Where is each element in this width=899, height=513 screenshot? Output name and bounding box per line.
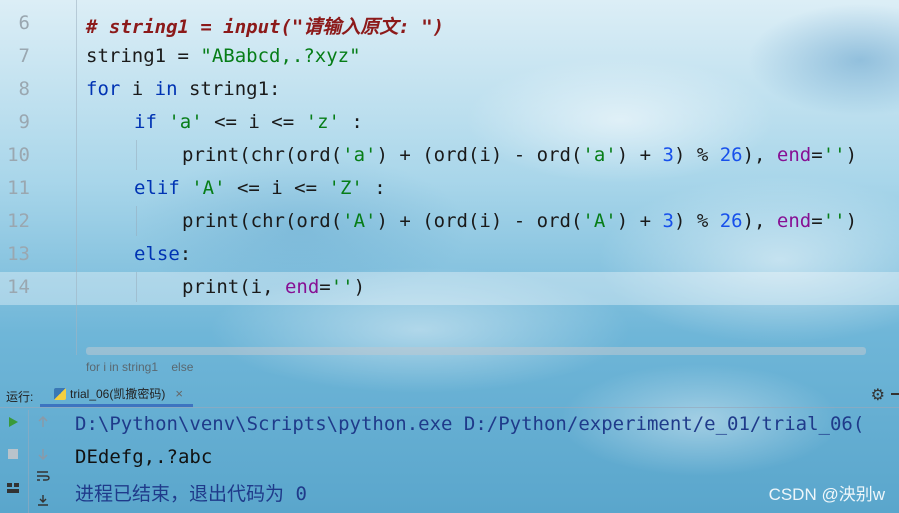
code-line-7[interactable]: string1 = "ABabcd,.?xyz" xyxy=(86,45,361,67)
run-side-toolbar xyxy=(0,407,60,513)
code-token: 'A' xyxy=(342,210,377,232)
line-number: 11 xyxy=(7,177,30,199)
code-token: end xyxy=(776,144,812,166)
code-token: ) xyxy=(845,144,858,166)
code-token: if xyxy=(134,111,157,133)
code-token: '' xyxy=(822,144,846,166)
current-line-highlight xyxy=(0,272,899,305)
code-token: for xyxy=(86,78,121,100)
code-token: string1: xyxy=(177,78,281,100)
code-line-8[interactable]: for i in string1: xyxy=(86,78,281,100)
code-token: ), xyxy=(742,210,777,232)
console-command-line: D:\Python\venv\Scripts\python.exe D:/Pyt… xyxy=(75,413,865,435)
code-token: end xyxy=(776,210,812,232)
code-token: ), xyxy=(742,144,777,166)
code-token: : xyxy=(179,243,192,265)
code-line-12[interactable]: print(chr(ord('A') + (ord(i) - ord('A') … xyxy=(182,210,857,232)
indent-guide xyxy=(136,140,137,170)
line-number: 8 xyxy=(18,78,30,100)
code-token: print(chr(ord( xyxy=(182,210,343,232)
layout-icon[interactable] xyxy=(4,479,22,497)
code-token: ) % xyxy=(673,210,720,232)
code-token: print(chr(ord( xyxy=(182,144,343,166)
code-token: : xyxy=(362,177,386,199)
line-number: 6 xyxy=(18,12,30,34)
code-token: in xyxy=(154,78,178,100)
run-label: 运行: xyxy=(6,390,34,404)
code-token: i xyxy=(120,78,155,100)
code-token: 26 xyxy=(719,210,743,232)
breadcrumb-item[interactable]: else xyxy=(171,360,193,374)
code-token: = xyxy=(811,210,823,232)
code-line-6[interactable]: # string1 = input("请输入原文: ") xyxy=(86,12,444,39)
stop-icon[interactable] xyxy=(4,445,22,463)
code-token: else xyxy=(134,243,180,265)
rerun-icon[interactable] xyxy=(4,413,22,431)
code-token: "ABabcd,.?xyz" xyxy=(200,45,361,67)
watermark: CSDN @泱别w xyxy=(768,485,885,504)
code-token: 3 xyxy=(662,144,674,166)
breadcrumb-item[interactable]: for i in string1 xyxy=(86,360,158,374)
code-token: ) % xyxy=(673,144,720,166)
code-token: 'A' xyxy=(191,177,226,199)
code-token: '' xyxy=(330,276,354,298)
code-token: 'a' xyxy=(342,144,377,166)
code-token: <= i <= xyxy=(225,177,329,199)
close-icon[interactable]: × xyxy=(175,386,183,401)
code-token: 3 xyxy=(662,210,674,232)
code-token: 26 xyxy=(719,144,743,166)
console-output-line: DEdefg,.?abc xyxy=(75,446,213,468)
code-token: 'Z' xyxy=(328,177,363,199)
console-exit-line: 进程已结束，退出代码为 0 xyxy=(75,483,307,505)
gear-icon[interactable]: ⚙ xyxy=(871,385,885,405)
code-token: 'z' xyxy=(305,111,340,133)
code-token: 'a' xyxy=(168,111,203,133)
run-tab[interactable]: trial_06(凯撒密码) × xyxy=(40,383,193,407)
code-token: <= i <= xyxy=(202,111,306,133)
run-panel-header: 运行: trial_06(凯撒密码) × ⚙ xyxy=(0,383,899,408)
indent-guide xyxy=(136,206,137,236)
code-token: ) + xyxy=(616,144,663,166)
scroll-to-end-icon[interactable] xyxy=(34,491,52,509)
code-token: ) + (ord(i) - ord( xyxy=(376,210,583,232)
minimize-icon[interactable] xyxy=(891,393,899,395)
code-line-11[interactable]: elif 'A' <= i <= 'Z' : xyxy=(134,177,386,199)
line-number: 10 xyxy=(7,144,30,166)
horizontal-scrollbar[interactable] xyxy=(86,347,866,355)
code-line-14[interactable]: print(i, end='') xyxy=(182,276,365,298)
code-token: = xyxy=(319,276,331,298)
code-token: : xyxy=(339,111,363,133)
line-number-gutter: 6 7 8 9 10 11 12 13 14 xyxy=(0,0,76,355)
line-number: 7 xyxy=(18,45,30,67)
line-number: 9 xyxy=(18,111,30,133)
code-token: ) xyxy=(353,276,366,298)
line-number: 13 xyxy=(7,243,30,265)
soft-wrap-icon[interactable] xyxy=(34,467,52,485)
code-token: '' xyxy=(822,210,846,232)
gutter-divider xyxy=(76,0,77,355)
code-token: ) + (ord(i) - ord( xyxy=(376,144,583,166)
code-token: 'a' xyxy=(582,144,617,166)
breadcrumb: for i in string1 else xyxy=(86,360,203,374)
code-token: ) xyxy=(845,210,858,232)
run-tab-label: trial_06(凯撒密码) xyxy=(70,387,166,401)
scroll-down-icon[interactable] xyxy=(34,445,52,463)
line-number: 12 xyxy=(7,210,30,232)
code-line-9[interactable]: if 'a' <= i <= 'z' : xyxy=(134,111,363,133)
scroll-up-icon[interactable] xyxy=(34,413,52,431)
code-token: end xyxy=(284,276,320,298)
code-token: elif xyxy=(134,177,180,199)
code-token: print(i, xyxy=(182,276,285,298)
code-token: ) + xyxy=(616,210,663,232)
code-line-10[interactable]: print(chr(ord('a') + (ord(i) - ord('a') … xyxy=(182,144,857,166)
code-token: = xyxy=(811,144,823,166)
indent-guide xyxy=(136,272,137,302)
code-token: 'A' xyxy=(582,210,617,232)
code-token: string1 = xyxy=(86,45,201,67)
code-line-13[interactable]: else: xyxy=(134,243,191,265)
python-icon xyxy=(54,387,66,400)
line-number: 14 xyxy=(7,276,30,298)
